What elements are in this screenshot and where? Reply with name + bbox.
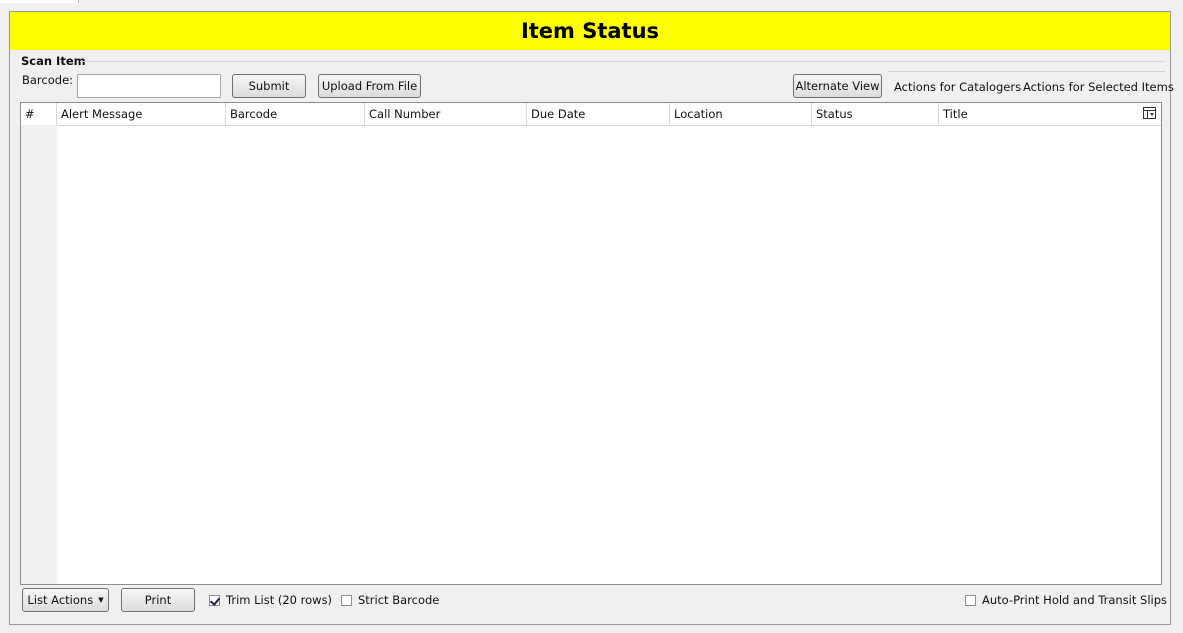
column-header-barcode[interactable]: Barcode xyxy=(226,103,365,125)
trim-list-label: Trim List (20 rows) xyxy=(226,593,333,607)
alternate-view-button[interactable]: Alternate View xyxy=(793,74,882,98)
strict-barcode-checkbox[interactable]: Strict Barcode xyxy=(341,593,439,607)
tab-edge xyxy=(0,0,79,3)
submit-button[interactable]: Submit xyxy=(232,74,306,98)
column-header-due-date[interactable]: Due Date xyxy=(527,103,670,125)
upload-from-file-button[interactable]: Upload From File xyxy=(318,74,421,98)
barcode-label: Barcode: xyxy=(22,73,74,87)
scan-item-divider xyxy=(80,61,1165,62)
column-header-alert-message[interactable]: Alert Message xyxy=(57,103,226,125)
column-header-location[interactable]: Location xyxy=(670,103,812,125)
item-status-grid[interactable]: # Alert Message Barcode Call Number Due … xyxy=(20,102,1162,585)
scan-item-heading: Scan Item xyxy=(21,54,86,68)
strict-barcode-checkbox-box[interactable] xyxy=(341,594,352,606)
column-header-number[interactable]: # xyxy=(21,103,57,125)
trim-list-checkbox-box[interactable] xyxy=(209,594,220,606)
row-number-column xyxy=(21,125,57,584)
column-picker-icon[interactable] xyxy=(1143,107,1156,119)
dropdown-arrow-icon: ▼ xyxy=(98,596,104,604)
auto-print-checkbox-box[interactable] xyxy=(965,594,976,606)
actions-for-catalogers-menu[interactable]: Actions for Catalogers xyxy=(894,80,1021,94)
barcode-input[interactable] xyxy=(77,74,221,98)
auto-print-checkbox[interactable]: Auto-Print Hold and Transit Slips xyxy=(965,593,1167,607)
print-button[interactable]: Print xyxy=(121,588,195,612)
column-header-title[interactable]: Title xyxy=(939,103,1141,125)
column-header-status[interactable]: Status xyxy=(812,103,939,125)
auto-print-label: Auto-Print Hold and Transit Slips xyxy=(982,593,1168,607)
grid-header: # Alert Message Barcode Call Number Due … xyxy=(21,103,1161,126)
actions-for-selected-items-menu[interactable]: Actions for Selected Items xyxy=(1023,80,1174,94)
column-header-call-number[interactable]: Call Number xyxy=(365,103,527,125)
page-title: Item Status xyxy=(10,12,1170,50)
list-actions-label: List Actions xyxy=(27,593,94,607)
menu-divider xyxy=(888,71,1165,72)
trim-list-checkbox[interactable]: Trim List (20 rows) xyxy=(209,593,332,607)
list-actions-button[interactable]: List Actions ▼ xyxy=(22,588,109,612)
window-top-strip xyxy=(0,0,1183,4)
strict-barcode-label: Strict Barcode xyxy=(358,593,440,607)
